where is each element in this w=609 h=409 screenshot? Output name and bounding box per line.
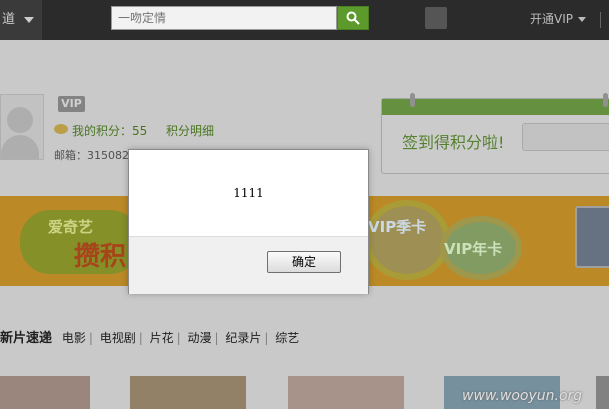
user-avatar-icon[interactable] <box>425 7 447 29</box>
chevron-down-icon <box>578 17 586 22</box>
alert-dialog: 1111 确定 <box>128 149 369 294</box>
open-vip-menu[interactable]: 开通VIP <box>530 0 586 40</box>
chevron-down-icon <box>24 17 34 23</box>
channel-menu-label: 道 <box>2 12 16 27</box>
search-input[interactable] <box>112 7 338 29</box>
alert-message: 1111 <box>233 186 264 200</box>
search-button[interactable] <box>337 6 369 30</box>
ok-button[interactable]: 确定 <box>267 251 341 273</box>
top-navigation-bar: 道 开通VIP <box>0 0 609 40</box>
search-box <box>111 6 338 30</box>
channel-menu[interactable]: 道 <box>0 0 42 40</box>
divider <box>600 12 601 28</box>
watermark: www.wooyun.org <box>462 388 583 404</box>
open-vip-label: 开通VIP <box>530 12 573 26</box>
alert-footer: 确定 <box>129 236 368 294</box>
search-icon <box>346 11 360 25</box>
